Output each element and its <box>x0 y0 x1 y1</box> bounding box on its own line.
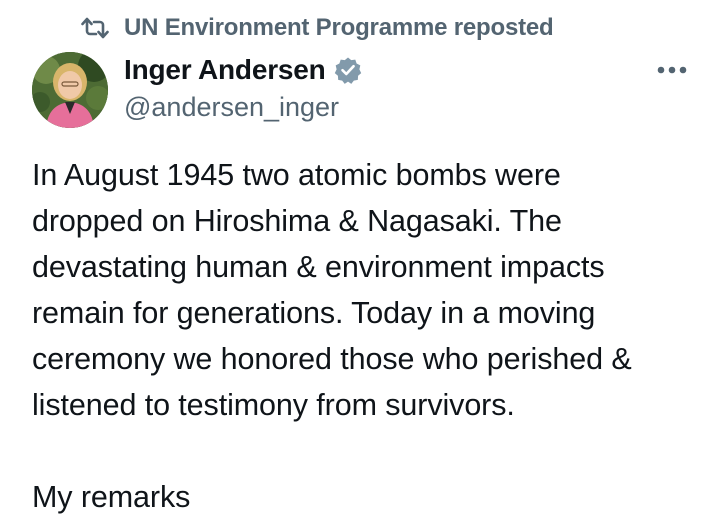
author-display-name[interactable]: Inger Andersen <box>124 54 326 86</box>
tweet-text-line: remain for generations. Today in a movin… <box>32 296 596 330</box>
paragraph-break <box>32 428 702 474</box>
tweet-text-line: ceremony we honored those who perished & <box>32 342 632 376</box>
more-options-icon <box>657 66 687 74</box>
tweet-remarks-line: My remarks <box>32 480 191 514</box>
avatar[interactable] <box>32 52 108 128</box>
repost-header[interactable]: UN Environment Programme reposted <box>80 12 554 44</box>
profile-photo <box>32 52 108 128</box>
tweet-text-line: devastating human & environment impacts <box>32 250 605 284</box>
repost-icon <box>80 15 110 41</box>
tweet-text-line: In August 1945 two atomic bombs were <box>32 158 561 192</box>
author-handle[interactable]: @andersen_inger <box>124 92 362 123</box>
more-options-button[interactable] <box>654 58 690 82</box>
tweet-text-line: listened to testimony from survivors. <box>32 388 515 422</box>
repost-label[interactable]: UN Environment Programme reposted <box>124 14 554 42</box>
verified-badge-icon <box>334 56 362 84</box>
tweet-text-line: dropped on Hiroshima & Nagasaki. The <box>32 204 562 238</box>
author-info[interactable]: Inger Andersen @andersen_inger <box>124 52 362 123</box>
tweet-text: In August 1945 two atomic bombs were dro… <box>32 152 702 520</box>
